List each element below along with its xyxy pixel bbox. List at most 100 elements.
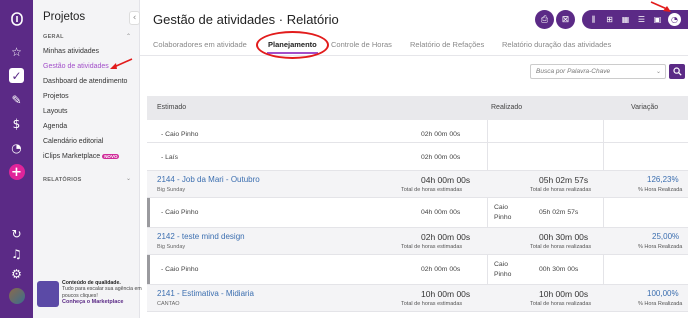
report-view-icon[interactable]: ◔ <box>668 13 681 26</box>
tab-controle-horas[interactable]: Controle de Horas <box>331 40 392 49</box>
promo-text: Tudo para escalar sua agência em poucos … <box>62 286 142 299</box>
percent-realized: 25,00% <box>652 232 680 241</box>
task-row[interactable]: 2142 - teste mind design Big Sunday 02h … <box>147 228 688 255</box>
clock-icon[interactable]: ◔ <box>9 140 24 155</box>
search-placeholder: Busca por Palavra-Chave <box>536 68 611 75</box>
dollar-icon[interactable]: $ <box>9 116 24 131</box>
col-variacao: Variação <box>631 104 659 111</box>
realized-total-label: Total de horas realizadas <box>530 244 592 250</box>
chevron-up-icon[interactable]: ⌃ <box>126 33 131 40</box>
column-divider <box>603 255 604 285</box>
sidebar-item-calendario-editorial[interactable]: Calendário editorial <box>43 138 103 145</box>
plus-icon[interactable]: + <box>8 164 25 180</box>
new-badge: NOVO <box>102 153 120 159</box>
search-input[interactable]: Busca por Palavra-Chave ⌄ <box>530 64 666 79</box>
task-row[interactable]: 2144 - Job da Mari - Outubro Big Sunday … <box>147 171 688 198</box>
report-tabs: Colaboradores em atividade Planejamento … <box>140 36 688 56</box>
task-title[interactable]: 2142 - teste mind design <box>157 232 245 241</box>
gear-icon[interactable]: ⚙ <box>9 266 24 281</box>
estimated-hours: 02h 00m 00s <box>421 131 461 138</box>
col-estimado: Estimado <box>157 104 187 111</box>
realized-person: Pinho <box>494 214 512 221</box>
sidebar-item-layouts[interactable]: Layouts <box>43 108 68 115</box>
estimated-total: 04h 00m 00s <box>421 175 471 185</box>
search-button[interactable] <box>669 64 685 79</box>
sidebar-item-dashboard-atendimento[interactable]: Dashboard de atendimento <box>43 78 127 85</box>
list-view-icon[interactable]: ☰ <box>635 13 648 26</box>
main-content: Gestão de atividades · Relatório ⎙ ⊠ ⫼ ⊞… <box>140 0 688 318</box>
bell-icon[interactable]: ♫ <box>9 246 24 261</box>
percent-realized: 126,23% <box>647 175 679 184</box>
table-row[interactable]: - Caio Pinho 02h 00m 00s <box>147 126 688 143</box>
person-name: - Caio Pinho <box>161 131 199 138</box>
sidebar-title: Projetos <box>43 11 86 23</box>
task-client: Big Sunday <box>157 187 186 193</box>
task-row[interactable]: 2141 - Estimativa - Midiaria CANTAO 10h … <box>147 285 688 312</box>
sidebar-item-projetos[interactable]: Projetos <box>43 93 69 100</box>
tiles-view-icon[interactable]: ▦ <box>619 13 632 26</box>
task-title[interactable]: 2141 - Estimativa - Midiaria <box>157 289 254 298</box>
marketplace-label: iClips Marketplace <box>43 153 101 160</box>
sidebar-item-gestao-atividades[interactable]: Gestão de atividades <box>43 63 109 70</box>
task-title[interactable]: 2144 - Job da Mari - Outubro <box>157 175 260 184</box>
sidebar-item-agenda[interactable]: Agenda <box>43 123 67 130</box>
sidebar: Projetos ‹ GERAL ⌃ Minhas atividades Ges… <box>33 0 142 318</box>
sidebar-item-marketplace[interactable]: iClips Marketplace NOVO <box>43 153 120 160</box>
print-button[interactable]: ⎙ <box>535 10 554 29</box>
percent-realized-label: % Hora Realizada <box>638 244 683 250</box>
table-header: Estimado Realizado Variação <box>147 96 688 120</box>
chevron-down-icon[interactable]: ⌄ <box>656 68 661 75</box>
section-relatorios[interactable]: RELATÓRIOS <box>43 177 82 183</box>
table-row[interactable]: - Caio Pinho 02h 00m 00s Caio Pinho 00h … <box>147 255 688 285</box>
percent-realized-label: % Hora Realizada <box>638 301 683 307</box>
collapse-sidebar-button[interactable]: ‹ <box>129 11 140 25</box>
column-divider <box>487 255 488 285</box>
search-icon <box>672 67 682 76</box>
tab-refacoes[interactable]: Relatório de Refações <box>410 40 484 49</box>
row-indicator <box>147 198 150 227</box>
grid-view-icon[interactable]: ⊞ <box>603 13 616 26</box>
estimated-total: 10h 00m 00s <box>421 289 471 299</box>
realized-total-label: Total de horas realizadas <box>530 301 592 307</box>
section-geral[interactable]: GERAL <box>43 34 64 40</box>
avatar[interactable] <box>8 288 25 304</box>
page-title: Gestão de atividades · Relatório <box>153 12 339 27</box>
realized-total: 00h 30m 00s <box>539 232 589 242</box>
estimated-hours: 04h 00m 00s <box>421 209 461 216</box>
estimated-total-label: Total de horas estimadas <box>401 301 463 307</box>
tab-duracao[interactable]: Relatório duração das atividades <box>502 40 611 49</box>
column-divider <box>603 198 604 228</box>
marketplace-promo[interactable]: Conteúdo de qualidade. Tudo para escalar … <box>37 280 142 312</box>
export-button[interactable]: ⊠ <box>556 10 575 29</box>
logo-icon[interactable] <box>9 11 24 26</box>
realized-hours: 05h 02m 57s <box>539 209 579 216</box>
realized-person: Caio <box>494 204 508 211</box>
annotation-circle <box>256 31 329 59</box>
realized-total-label: Total de horas realizadas <box>530 187 592 193</box>
estimated-hours: 02h 00m 00s <box>421 154 461 161</box>
realized-person: Pinho <box>494 271 512 278</box>
percent-realized-label: % Hora Realizada <box>638 187 683 193</box>
row-indicator <box>147 255 150 284</box>
task-client: CANTAO <box>157 301 180 307</box>
history-icon[interactable]: ↻ <box>9 226 24 241</box>
task-client: Big Sunday <box>157 244 186 250</box>
tab-colaboradores[interactable]: Colaboradores em atividade <box>153 40 247 49</box>
kanban-view-icon[interactable]: ⫼ <box>587 13 600 26</box>
realized-total: 10h 00m 00s <box>539 289 589 299</box>
chevron-down-icon[interactable]: ⌄ <box>126 175 131 182</box>
clipboard-icon[interactable]: ✓ <box>9 68 24 83</box>
person-name: - Laís <box>161 154 178 161</box>
realized-hours: 00h 30m 00s <box>539 266 579 273</box>
person-name: - Caio Pinho <box>161 266 199 273</box>
table-row[interactable]: - Laís 02h 00m 00s <box>147 144 688 171</box>
annotation-arrow-sidebar <box>110 58 133 69</box>
star-icon[interactable]: ☆ <box>9 44 24 59</box>
sidebar-item-minhas-atividades[interactable]: Minhas atividades <box>43 48 99 55</box>
table-row[interactable]: - Caio Pinho 04h 00m 00s Caio Pinho 05h … <box>147 198 688 228</box>
calendar-view-icon[interactable]: ▣ <box>651 13 664 26</box>
edit-icon[interactable]: ✎ <box>9 92 24 107</box>
promo-link[interactable]: Conheça o Marketplace <box>62 299 123 305</box>
column-divider <box>487 198 488 228</box>
column-divider <box>603 120 604 171</box>
